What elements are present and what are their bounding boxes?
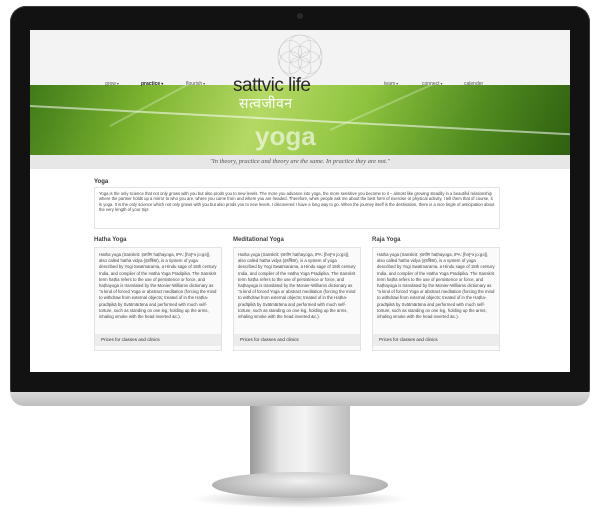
monitor-stand-base <box>212 472 388 498</box>
prices-button[interactable]: Prices for classes and clinics <box>234 334 360 346</box>
column-title: Meditational Yoga <box>233 237 284 243</box>
prices-button[interactable]: Prices for classes and clinics <box>373 334 499 346</box>
column-title: Raja Yoga <box>372 237 401 243</box>
monitor-chin <box>10 392 590 406</box>
intro-title: Yoga <box>94 179 109 185</box>
nav-calender[interactable]: calender <box>464 81 483 87</box>
nav-connect[interactable]: connect▾ <box>422 81 443 87</box>
nav-practice[interactable]: practice▾ <box>141 81 163 87</box>
webcam <box>297 13 303 19</box>
site-logo-devanagari: सत्वजीवन <box>239 95 293 111</box>
chevron-down-icon: ▾ <box>116 81 119 86</box>
chevron-down-icon: ▾ <box>440 81 443 86</box>
website-screen: yoga grow▾ practice▾ flourish▾ team▾ con… <box>30 30 570 372</box>
banner-word: yoga <box>255 121 316 151</box>
column-title: Hatha Yoga <box>94 237 127 243</box>
monitor-stand-neck <box>250 406 350 478</box>
nav-flourish[interactable]: flourish▾ <box>186 81 205 87</box>
quote-bar: "In theory, practice and theory are the … <box>30 155 570 169</box>
intro-text: Yoga is the only science that not only g… <box>94 187 500 229</box>
nav-team[interactable]: team▾ <box>384 81 398 87</box>
chevron-down-icon: ▾ <box>396 81 399 86</box>
chevron-down-icon: ▾ <box>203 81 206 86</box>
nav-grow[interactable]: grow▾ <box>105 81 119 87</box>
prices-button[interactable]: Prices for classes and clinics <box>95 334 221 346</box>
chevron-down-icon: ▾ <box>161 81 164 86</box>
